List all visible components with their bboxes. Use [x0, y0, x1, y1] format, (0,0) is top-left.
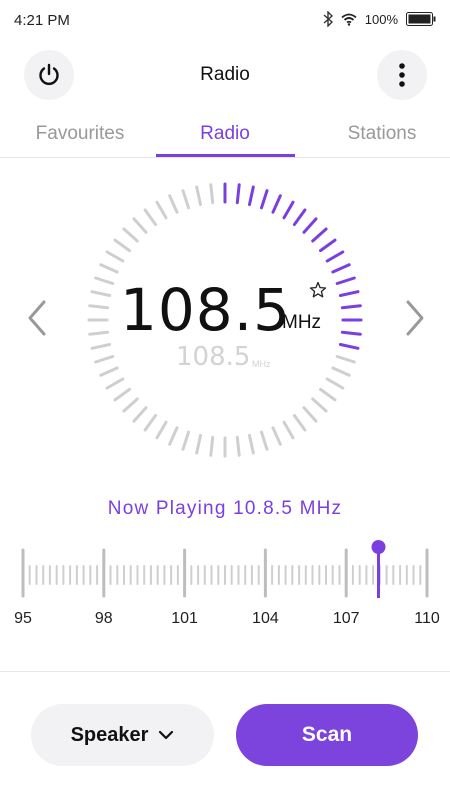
dial-tick	[209, 183, 215, 205]
dial-tick	[105, 377, 125, 390]
dial-tick	[319, 387, 337, 402]
battery-icon	[406, 12, 436, 26]
tuner-label: 101	[171, 610, 198, 627]
dial-tick	[155, 420, 168, 440]
star-outline-icon	[309, 281, 327, 298]
dial-tick	[132, 406, 148, 423]
dial-tick	[325, 250, 345, 263]
dial-tick	[181, 430, 190, 451]
dial-tick	[338, 343, 360, 350]
dial-tick	[209, 435, 215, 457]
dial-tick	[292, 208, 307, 226]
dial-tick	[271, 426, 282, 446]
dial-tick	[331, 366, 351, 377]
speaker-output-button[interactable]: Speaker	[31, 704, 214, 766]
dial-tick	[340, 330, 362, 336]
dial-tick	[195, 185, 202, 207]
dial-tick	[325, 377, 345, 390]
dial-tick	[99, 263, 119, 274]
chevron-left-icon	[28, 300, 46, 336]
status-bar: 4:21 PM 100%	[0, 0, 450, 44]
dial-tick	[122, 227, 139, 243]
scan-label: Scan	[301, 723, 353, 746]
tuner-needle-knob[interactable]	[371, 540, 386, 554]
dial-tick	[311, 397, 328, 413]
tabs-divider	[0, 157, 450, 158]
dial-tick	[235, 183, 241, 205]
current-frequency: 108.5	[120, 276, 292, 344]
more-vertical-icon	[399, 63, 405, 87]
dial-tick	[168, 194, 179, 214]
dial-tick	[340, 304, 362, 310]
dial-tick	[282, 420, 295, 440]
dial-tick	[319, 238, 337, 253]
tuner-label: 110	[414, 610, 440, 627]
dial-tick	[331, 263, 351, 274]
dial-tick	[260, 430, 269, 451]
frequency-unit: MHz	[282, 312, 322, 333]
dial-tick	[311, 227, 328, 243]
dial-tick	[90, 343, 112, 350]
dial-tick	[248, 433, 255, 455]
dial-tick	[94, 276, 115, 285]
tuner-label: 104	[252, 610, 279, 627]
dial-tick	[302, 406, 318, 423]
scan-button[interactable]: Scan	[236, 704, 418, 766]
tuner-label: 98	[94, 610, 113, 627]
now-playing-text: Now Playing 10.8.5 MHz	[107, 498, 343, 519]
dial-tick	[105, 250, 125, 263]
dial-tick	[235, 435, 241, 457]
tab-stations[interactable]: Stations	[307, 116, 450, 152]
dial-tick	[271, 194, 282, 214]
tab-bar: Favourites Radio Stations	[0, 116, 450, 156]
dial-tick	[88, 304, 110, 310]
next-station-button[interactable]	[402, 298, 428, 338]
dial-tick	[248, 185, 255, 207]
tuner-label: 107	[332, 610, 360, 627]
dial-tick	[90, 290, 112, 297]
dial-tick	[195, 433, 202, 455]
dial-tick	[88, 330, 110, 336]
dial-tick	[282, 200, 295, 220]
dial-tick	[99, 366, 119, 377]
dial-tick	[181, 189, 190, 210]
previous-station-button[interactable]	[24, 298, 50, 338]
dial-tick	[94, 355, 115, 364]
tab-favourites[interactable]: Favourites	[5, 116, 155, 152]
tuner-label: 95	[14, 610, 32, 627]
dial-tick	[132, 217, 148, 234]
status-icons: 100%	[323, 11, 436, 27]
dial-tick	[260, 189, 269, 210]
dial-tick	[113, 387, 131, 402]
status-time: 4:21 PM	[14, 12, 70, 29]
speaker-label: Speaker	[70, 723, 149, 746]
dial-tick	[335, 355, 356, 364]
dial-tick	[338, 290, 360, 297]
bluetooth-icon	[323, 11, 333, 27]
dial-tick	[335, 276, 356, 285]
chevron-down-icon	[159, 730, 174, 740]
dial-tick	[143, 208, 158, 226]
bottom-divider	[0, 671, 450, 672]
dial-tick	[302, 217, 318, 234]
tuner-scale[interactable]	[0, 538, 450, 638]
battery-percent: 100%	[364, 11, 398, 27]
wifi-icon	[341, 13, 357, 26]
dial-tick	[143, 414, 158, 432]
frequency-reflection: 108.5	[176, 342, 251, 372]
favourite-button[interactable]	[309, 281, 327, 299]
dial-tick	[113, 238, 131, 253]
tab-radio[interactable]: Radio	[150, 116, 300, 152]
dial-tick	[122, 397, 139, 413]
dial-tick	[168, 426, 179, 446]
dial-tick	[155, 200, 168, 220]
chevron-right-icon	[406, 300, 424, 336]
more-options-button[interactable]	[377, 50, 427, 100]
dial-tick	[292, 414, 307, 432]
frequency-reflection-unit: MHz	[252, 359, 271, 369]
